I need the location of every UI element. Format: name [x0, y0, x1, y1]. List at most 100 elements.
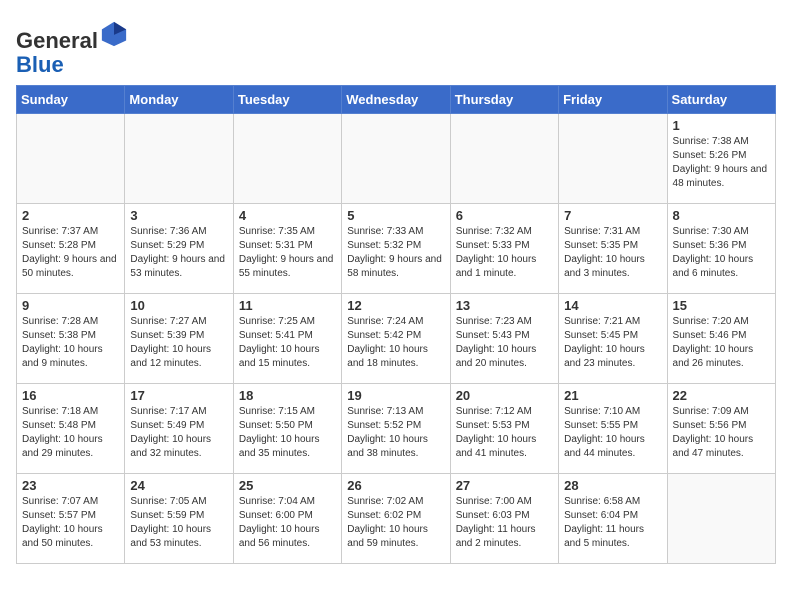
calendar-cell: 3 Sunrise: 7:36 AM Sunset: 5:29 PM Daylig…	[125, 204, 233, 294]
calendar-cell: 17 Sunrise: 7:17 AM Sunset: 5:49 PM Dayli…	[125, 384, 233, 474]
day-info: Sunrise: 7:32 AM Sunset: 5:33 PM Dayligh…	[456, 225, 553, 281]
day-info: Sunrise: 7:13 AM Sunset: 5:52 PM Dayligh…	[347, 405, 444, 461]
calendar-cell: 4 Sunrise: 7:35 AM Sunset: 5:31 PM Daylig…	[233, 204, 341, 294]
calendar-cell: 1 Sunrise: 7:38 AM Sunset: 5:26 PM Daylig…	[667, 114, 775, 204]
day-info: Sunrise: 7:30 AM Sunset: 5:36 PM Dayligh…	[673, 225, 770, 281]
day-info: Sunrise: 7:00 AM Sunset: 6:03 PM Dayligh…	[456, 495, 553, 551]
calendar-cell: 7 Sunrise: 7:31 AM Sunset: 5:35 PM Daylig…	[559, 204, 667, 294]
day-info: Sunrise: 7:07 AM Sunset: 5:57 PM Dayligh…	[22, 495, 119, 551]
week-row-2: 2 Sunrise: 7:37 AM Sunset: 5:28 PM Daylig…	[17, 204, 776, 294]
week-row-5: 23 Sunrise: 7:07 AM Sunset: 5:57 PM Dayli…	[17, 474, 776, 564]
day-info: Sunrise: 7:20 AM Sunset: 5:46 PM Dayligh…	[673, 315, 770, 371]
week-row-3: 9 Sunrise: 7:28 AM Sunset: 5:38 PM Daylig…	[17, 294, 776, 384]
calendar-cell	[450, 114, 558, 204]
day-info: Sunrise: 7:38 AM Sunset: 5:26 PM Dayligh…	[673, 135, 770, 191]
calendar-cell: 13 Sunrise: 7:23 AM Sunset: 5:43 PM Dayli…	[450, 294, 558, 384]
day-number: 27	[456, 478, 553, 493]
day-info: Sunrise: 7:23 AM Sunset: 5:43 PM Dayligh…	[456, 315, 553, 371]
day-number: 3	[130, 208, 227, 223]
calendar-cell: 9 Sunrise: 7:28 AM Sunset: 5:38 PM Daylig…	[17, 294, 125, 384]
calendar-cell: 20 Sunrise: 7:12 AM Sunset: 5:53 PM Dayli…	[450, 384, 558, 474]
day-info: Sunrise: 7:17 AM Sunset: 5:49 PM Dayligh…	[130, 405, 227, 461]
day-info: Sunrise: 7:18 AM Sunset: 5:48 PM Dayligh…	[22, 405, 119, 461]
calendar-cell: 5 Sunrise: 7:33 AM Sunset: 5:32 PM Daylig…	[342, 204, 450, 294]
day-number: 24	[130, 478, 227, 493]
day-number: 17	[130, 388, 227, 403]
calendar-cell: 19 Sunrise: 7:13 AM Sunset: 5:52 PM Dayli…	[342, 384, 450, 474]
day-number: 8	[673, 208, 770, 223]
day-info: Sunrise: 7:15 AM Sunset: 5:50 PM Dayligh…	[239, 405, 336, 461]
calendar-cell	[559, 114, 667, 204]
calendar-cell: 15 Sunrise: 7:20 AM Sunset: 5:46 PM Dayli…	[667, 294, 775, 384]
calendar-cell: 14Sunrise: 7:21 AM Sunset: 5:45 PM Dayli…	[559, 294, 667, 384]
day-header-saturday: Saturday	[667, 86, 775, 114]
day-info: Sunrise: 7:37 AM Sunset: 5:28 PM Dayligh…	[22, 225, 119, 281]
day-number: 15	[673, 298, 770, 313]
day-number: 26	[347, 478, 444, 493]
day-info: Sunrise: 7:02 AM Sunset: 6:02 PM Dayligh…	[347, 495, 444, 551]
day-number: 1	[673, 118, 770, 133]
day-header-wednesday: Wednesday	[342, 86, 450, 114]
day-info: Sunrise: 7:05 AM Sunset: 5:59 PM Dayligh…	[130, 495, 227, 551]
day-number: 16	[22, 388, 119, 403]
day-number: 12	[347, 298, 444, 313]
calendar-cell: 26 Sunrise: 7:02 AM Sunset: 6:02 PM Dayli…	[342, 474, 450, 564]
day-info: Sunrise: 7:10 AM Sunset: 5:55 PM Dayligh…	[564, 405, 661, 461]
day-number: 25	[239, 478, 336, 493]
calendar-cell: 8 Sunrise: 7:30 AM Sunset: 5:36 PM Daylig…	[667, 204, 775, 294]
day-number: 7	[564, 208, 661, 223]
calendar-cell	[17, 114, 125, 204]
day-header-monday: Monday	[125, 86, 233, 114]
day-info: Sunrise: 7:04 AM Sunset: 6:00 PM Dayligh…	[239, 495, 336, 551]
calendar-cell: 16 Sunrise: 7:18 AM Sunset: 5:48 PM Dayli…	[17, 384, 125, 474]
day-info: Sunrise: 7:25 AM Sunset: 5:41 PM Dayligh…	[239, 315, 336, 371]
calendar-cell: 22Sunrise: 7:09 AM Sunset: 5:56 PM Dayli…	[667, 384, 775, 474]
header: General Blue	[16, 16, 776, 77]
day-number: 22	[673, 388, 770, 403]
day-number: 28	[564, 478, 661, 493]
day-header-tuesday: Tuesday	[233, 86, 341, 114]
day-number: 9	[22, 298, 119, 313]
calendar-cell: 27 Sunrise: 7:00 AM Sunset: 6:03 PM Dayli…	[450, 474, 558, 564]
calendar-cell: 24 Sunrise: 7:05 AM Sunset: 5:59 PM Dayli…	[125, 474, 233, 564]
calendar-cell	[342, 114, 450, 204]
day-info: Sunrise: 7:35 AM Sunset: 5:31 PM Dayligh…	[239, 225, 336, 281]
day-number: 6	[456, 208, 553, 223]
day-number: 18	[239, 388, 336, 403]
calendar-header-row: SundayMondayTuesdayWednesdayThursdayFrid…	[17, 86, 776, 114]
day-info: Sunrise: 7:31 AM Sunset: 5:35 PM Dayligh…	[564, 225, 661, 281]
calendar: SundayMondayTuesdayWednesdayThursdayFrid…	[16, 85, 776, 564]
calendar-cell: 12 Sunrise: 7:24 AM Sunset: 5:42 PM Dayli…	[342, 294, 450, 384]
day-number: 10	[130, 298, 227, 313]
day-number: 20	[456, 388, 553, 403]
calendar-cell: 2 Sunrise: 7:37 AM Sunset: 5:28 PM Daylig…	[17, 204, 125, 294]
day-info: Sunrise: 6:58 AM Sunset: 6:04 PM Dayligh…	[564, 495, 661, 551]
day-info: Sunrise: 7:28 AM Sunset: 5:38 PM Dayligh…	[22, 315, 119, 371]
logo: General Blue	[16, 20, 128, 77]
day-header-sunday: Sunday	[17, 86, 125, 114]
day-info: Sunrise: 7:24 AM Sunset: 5:42 PM Dayligh…	[347, 315, 444, 371]
day-number: 2	[22, 208, 119, 223]
calendar-cell: 10Sunrise: 7:27 AM Sunset: 5:39 PM Dayli…	[125, 294, 233, 384]
logo-text: General Blue	[16, 20, 128, 77]
logo-general: General	[16, 28, 98, 53]
calendar-cell	[125, 114, 233, 204]
logo-icon	[100, 20, 128, 48]
day-number: 5	[347, 208, 444, 223]
day-number: 13	[456, 298, 553, 313]
day-info: Sunrise: 7:33 AM Sunset: 5:32 PM Dayligh…	[347, 225, 444, 281]
day-number: 11	[239, 298, 336, 313]
calendar-cell: 21Sunrise: 7:10 AM Sunset: 5:55 PM Dayli…	[559, 384, 667, 474]
day-number: 4	[239, 208, 336, 223]
day-info: Sunrise: 7:12 AM Sunset: 5:53 PM Dayligh…	[456, 405, 553, 461]
day-number: 14	[564, 298, 661, 313]
day-header-thursday: Thursday	[450, 86, 558, 114]
day-info: Sunrise: 7:36 AM Sunset: 5:29 PM Dayligh…	[130, 225, 227, 281]
day-header-friday: Friday	[559, 86, 667, 114]
calendar-cell: 6 Sunrise: 7:32 AM Sunset: 5:33 PM Daylig…	[450, 204, 558, 294]
calendar-cell: 18 Sunrise: 7:15 AM Sunset: 5:50 PM Dayli…	[233, 384, 341, 474]
day-number: 23	[22, 478, 119, 493]
day-number: 19	[347, 388, 444, 403]
calendar-cell: 11 Sunrise: 7:25 AM Sunset: 5:41 PM Dayli…	[233, 294, 341, 384]
week-row-1: 1 Sunrise: 7:38 AM Sunset: 5:26 PM Daylig…	[17, 114, 776, 204]
